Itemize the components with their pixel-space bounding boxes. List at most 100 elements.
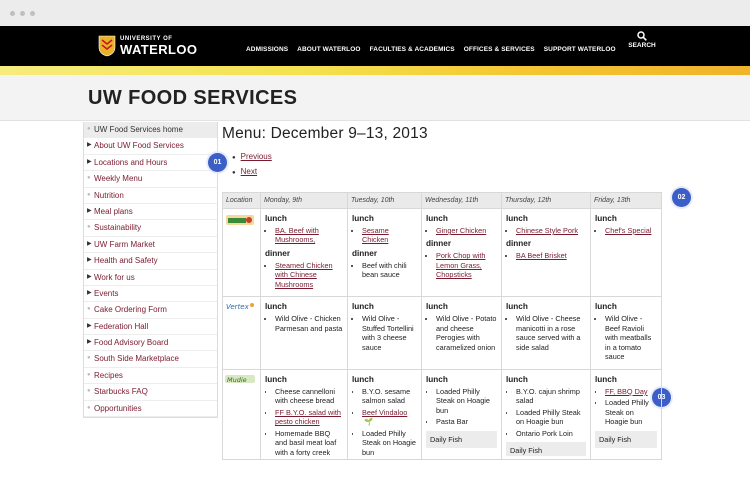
nav-about-waterloo[interactable]: ABOUT WATERLOO — [297, 46, 360, 53]
sidebar-item[interactable]: ● South Side Marketplace — [84, 351, 217, 368]
sidebar-item[interactable]: ▶ Work for us — [84, 270, 217, 286]
sidebar-item[interactable]: ▶ UW Farm Market — [84, 237, 217, 254]
sidebar-item[interactable]: ▶ Federation Hall — [84, 319, 217, 336]
location-cell: Vertex — [222, 296, 261, 370]
sidebar-item[interactable]: ● Starbucks FAQ — [84, 384, 217, 401]
menu-item[interactable]: FF B.Y.O. salad with pesto chicken — [275, 408, 343, 427]
menu-item: Loaded Philly Steak on Hoagie bun — [362, 429, 417, 456]
bullet-icon: ● — [87, 224, 91, 231]
menu-item: Wild Olive - Cheese manicotti in a rose … — [516, 314, 586, 352]
sidebar-item[interactable]: ● Nutrition — [84, 188, 217, 204]
menu-item[interactable]: BA Beef Brisket — [516, 251, 586, 260]
menu-item[interactable]: Steamed Chicken with Chinese Mushrooms — [275, 261, 343, 289]
window-dot-icon — [10, 11, 15, 16]
bullet-icon: ● — [87, 306, 91, 313]
sidebar-item[interactable]: ● Cake Ordering Form — [84, 302, 217, 319]
col-monday: Monday, 9th — [260, 192, 348, 209]
bullet-icon: ● — [87, 388, 91, 395]
sidebar-item-label: Starbucks FAQ — [94, 387, 148, 397]
sidebar-item[interactable]: ▶ Food Advisory Board — [84, 335, 217, 352]
sidebar-item-label: About UW Food Services — [94, 141, 184, 151]
caret-right-icon: ▶ — [87, 207, 92, 214]
annotation-badge: 02 — [672, 188, 691, 207]
menu-item[interactable]: Chef's Special — [605, 226, 657, 235]
menu-cell: lunch Chef's Special — [590, 207, 662, 298]
sidebar-item-label: Work for us — [94, 272, 135, 282]
menu-cell: lunch Wild Olive - Stuffed Tortellini wit… — [347, 296, 422, 370]
menu-item-link[interactable]: Chef's Special — [605, 226, 651, 235]
next-link[interactable]: Next — [241, 167, 257, 176]
location-cell: Mudie — [222, 368, 261, 460]
menu-item-link[interactable]: Chinese Style Pork — [516, 226, 578, 235]
sidebar-item[interactable]: ▶ Events — [84, 286, 217, 303]
table-row: lunch BA. Beef with Mushrooms, dinner Steam… — [222, 207, 662, 298]
col-friday: Friday, 13th — [590, 192, 662, 209]
menu-cell: lunch FF, BBQ Day Loaded Philly Steak on H… — [590, 368, 662, 460]
col-thursday: Thursday, 12th — [501, 192, 591, 209]
menu-item[interactable]: Ginger Chicken — [436, 226, 497, 235]
menu-item-link[interactable]: Sesame Chicken — [362, 226, 389, 244]
svg-text:Mudie: Mudie — [227, 376, 247, 384]
table-header-row: Location Monday, 9th Tuesday, 10th Wedne… — [222, 192, 662, 209]
menu-item-text: Loaded Philly Steak on Hoagie bun — [605, 398, 649, 427]
menu-item[interactable]: BA. Beef with Mushrooms, — [275, 226, 343, 245]
svg-text:Vertex: Vertex — [226, 303, 250, 311]
menu-item: Wild Olive - Stuffed Tortellini with 3 c… — [362, 314, 417, 352]
menu-item[interactable]: Beef Vindaloo🌱 — [362, 408, 417, 427]
sidebar-item-label: Federation Hall — [94, 321, 149, 331]
menu-item-link[interactable]: BA. Beef with Mushrooms, — [275, 226, 319, 244]
menu-cell: lunch Wild Olive - Chicken Parmesan and p… — [260, 296, 348, 370]
menu-item: Ontario Pork Loin — [516, 429, 586, 438]
menu-item[interactable]: Chinese Style Pork — [516, 226, 586, 235]
sidebar-item-label: Health and Safety — [94, 256, 158, 266]
menu-item[interactable]: Sesame Chicken — [362, 226, 417, 245]
menu-cell: lunch Chinese Style Pork dinner BA Beef Bri… — [501, 207, 591, 298]
meal-heading: dinner — [506, 239, 532, 249]
menu-item: Wild Olive - Chicken Parmesan and pasta — [275, 314, 343, 333]
search-icon — [637, 31, 647, 41]
menu-item-link[interactable]: FF B.Y.O. salad with pesto chicken — [275, 408, 341, 426]
sidebar-item[interactable]: ● Weekly Menu — [84, 171, 217, 188]
sidebar-item[interactable]: ● Sustainability — [84, 220, 217, 237]
location-cell — [222, 207, 261, 298]
sidebar-item[interactable]: ● UW Food Services home — [84, 122, 217, 139]
university-logo[interactable]: UNIVERSITY OF WATERLOO — [98, 34, 197, 58]
menu-item-link[interactable]: BA Beef Brisket — [516, 251, 567, 260]
sidebar-item[interactable]: ▶ Meal plans — [84, 204, 217, 221]
menu-item-link[interactable]: Pork Chop with Lemon Grass, Chopsticks — [436, 251, 485, 279]
menu-item-text: Loaded Philly Steak on Hoagie bun — [436, 386, 490, 415]
sidebar-item-label: Cake Ordering Form — [94, 305, 167, 315]
sidebar-item-label: Food Advisory Board — [94, 338, 169, 348]
weekly-menu-table: Location Monday, 9th Tuesday, 10th Wedne… — [222, 192, 662, 460]
menu-item[interactable]: FF, BBQ Day — [605, 387, 657, 396]
meal-heading: lunch — [352, 374, 374, 384]
menu-item-link[interactable]: Beef Vindaloo — [362, 408, 407, 417]
sidebar-item[interactable]: ▶ Locations and Hours — [84, 155, 217, 172]
week-pager: ● Previous ● Next — [232, 149, 272, 179]
sidebar-item-label: UW Farm Market — [94, 239, 155, 249]
nav-support-waterloo[interactable]: SUPPORT WATERLOO — [544, 46, 616, 53]
search-label: SEARCH — [628, 42, 656, 49]
nav-offices-services[interactable]: OFFICES & SERVICES — [464, 46, 535, 53]
menu-item-text: Ontario Pork Loin — [516, 428, 573, 438]
menu-item: Beef with chili bean sauce — [362, 261, 417, 280]
search-button[interactable]: SEARCH — [627, 31, 657, 49]
previous-link[interactable]: Previous — [241, 152, 272, 161]
meal-heading: dinner — [426, 239, 452, 249]
sidebar-item[interactable]: ● Opportunities — [84, 401, 217, 418]
sidebar-item[interactable]: ▶ About UW Food Services — [84, 138, 217, 155]
nav-faculties-academics[interactable]: FACULTIES & ACADEMICS — [370, 46, 455, 53]
menu-item-link[interactable]: FF, BBQ Day — [605, 387, 648, 396]
menu-item-text: Wild Olive - Cheese manicotti in a rose … — [516, 314, 581, 352]
menu-item[interactable]: Pork Chop with Lemon Grass, Chopsticks — [436, 251, 497, 279]
menu-item-link[interactable]: Steamed Chicken with Chinese Mushrooms — [275, 261, 333, 289]
sidebar-item-label: Weekly Menu — [94, 174, 143, 184]
meal-heading: lunch — [426, 214, 448, 223]
sidebar-item[interactable]: ▶ Health and Safety — [84, 253, 217, 270]
menu-item-link[interactable]: Ginger Chicken — [436, 226, 486, 235]
sidebar-item[interactable]: ● Recipes — [84, 368, 217, 385]
sidebar-nav: ● UW Food Services home ▶ About UW Food Ser… — [83, 122, 218, 419]
caret-right-icon: ▶ — [87, 339, 92, 346]
nav-admissions[interactable]: ADMISSIONS — [246, 46, 288, 53]
menu-item-text: Loaded Philly Steak on Hoagie bun — [516, 407, 581, 427]
